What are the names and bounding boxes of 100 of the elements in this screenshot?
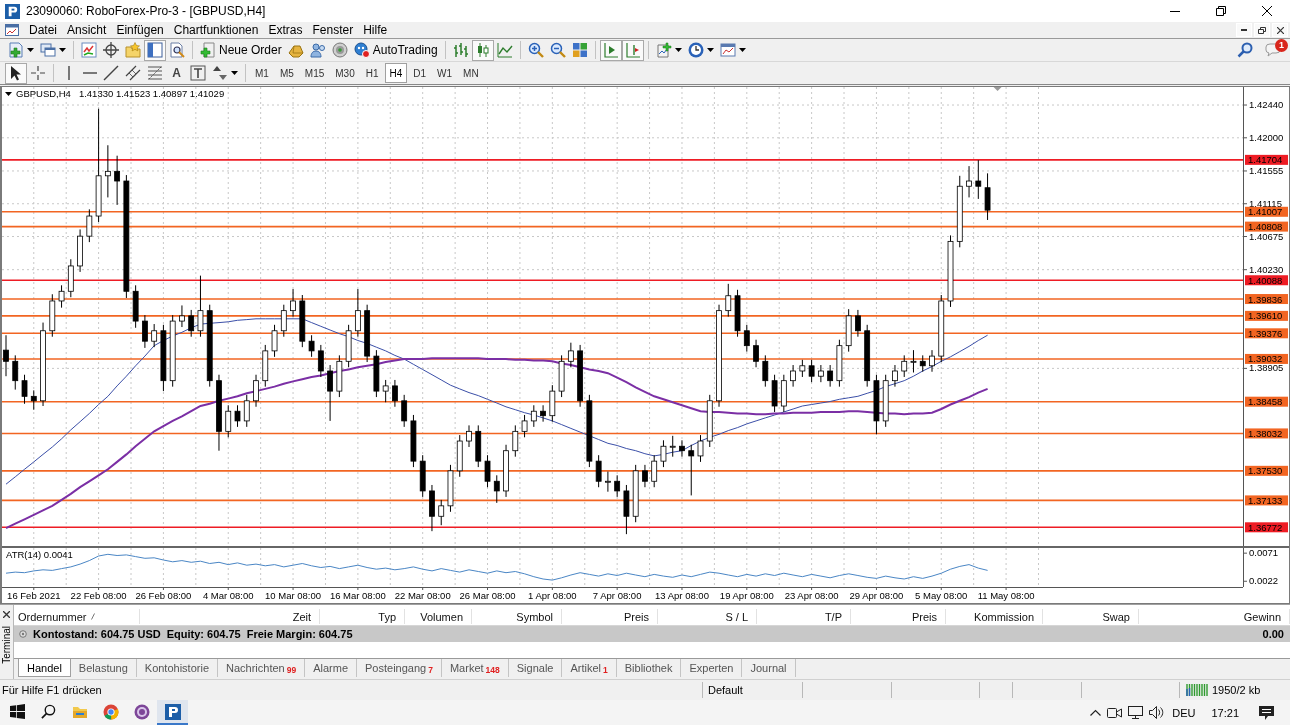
candlestick [86,208,93,243]
caret-icon [27,48,34,52]
candlestick [401,394,408,428]
terminal-button[interactable] [144,39,166,61]
plus-document-icon [200,42,216,58]
close-icon [1276,26,1284,34]
timeframe-tab[interactable]: M5 [274,63,299,83]
autoscroll-button[interactable] [599,39,622,61]
column-header[interactable]: Preis [851,609,946,624]
new-order-button[interactable]: Neue Order [197,39,285,61]
timeframe-tab[interactable]: M1 [250,63,274,83]
candlestick [614,474,621,498]
menu-item[interactable]: Datei [24,23,62,37]
monitor-icon[interactable] [1128,706,1144,719]
minimize-button[interactable] [1236,23,1252,37]
candlestick [484,454,491,488]
column-header[interactable]: T/P [757,609,851,624]
terminal-tab[interactable]: Handel [18,659,71,677]
timeframe-tab[interactable]: H4 [384,63,408,83]
time-axis-label: 1 Apr 08:00 [528,590,577,601]
autotrading-button[interactable]: AutoTrading [350,39,441,61]
candlestick [364,304,371,363]
clock-text[interactable]: 17:21 [1211,706,1239,719]
timeframe-tab[interactable]: H1 [360,63,384,83]
market-watch-button[interactable] [78,39,100,61]
candlestick [225,404,232,438]
column-header[interactable]: Symbol [472,609,562,624]
candlestick [3,334,9,377]
text-box-icon [190,65,206,81]
column-header[interactable]: Typ [320,609,405,624]
terminal-tab[interactable]: Kontohistorie [136,659,218,677]
column-header[interactable]: Zeit [140,609,320,624]
caret-icon[interactable] [5,91,12,96]
terminal-tab[interactable]: Experten [681,659,743,677]
close-button[interactable] [1272,23,1288,37]
candlestick [743,324,750,353]
candlestick [679,439,685,458]
column-header[interactable]: Ordernummer [14,609,140,624]
price-level-label: 1.39610 [1245,310,1288,322]
search-icon [41,704,56,719]
timeframe-tab[interactable]: M15 [299,63,330,83]
candlestick [919,354,926,373]
candlestick [12,354,19,391]
candlestick [892,364,898,388]
timeframe-tab[interactable]: M30 [330,63,360,83]
sort-icon [91,613,96,620]
trading-app-button[interactable] [157,700,188,725]
candlestick [864,324,871,388]
menu-item[interactable]: Chartfunktionen [168,23,264,37]
menu-item[interactable]: Extras [263,23,308,37]
chart-symbol-title: GBPUSD,H4 [16,88,71,99]
cursor-button[interactable] [5,62,27,84]
time-axis-label: 10 Mar 08:00 [265,590,322,601]
terminal-tab[interactable]: Bibliothek [616,659,682,677]
ohlc-values-text: 1.41330 1.41523 1.40897 1.41029 [78,88,225,99]
chevron-up-icon[interactable] [1090,709,1102,716]
panel-icon [147,42,163,58]
vertical-line-icon [67,66,70,80]
price-level-label: 1.39836 [1245,293,1288,305]
menu-item[interactable]: Ansicht [62,23,112,37]
text-label-button[interactable] [187,62,209,84]
time-axis-label: 4 Mar 08:00 [202,590,254,601]
candlestick [512,424,519,458]
chart-shift-button[interactable] [621,39,644,61]
menu-item[interactable]: Einfügen [111,23,169,37]
column-header[interactable]: Volumen [405,609,472,624]
speaker-icon[interactable] [1149,706,1165,719]
column-header[interactable]: Kommission [946,609,1043,624]
column-header[interactable]: Gewinn [1139,609,1290,624]
status-text: Für Hilfe F1 drücken [1,683,103,698]
candlestick [345,324,352,368]
notification-icon[interactable] [1259,705,1274,720]
candlestick [632,464,639,523]
candlestick-button[interactable] [471,39,494,61]
text-tool-button[interactable]: A [166,62,187,84]
timeframe-tab[interactable]: D1 [408,63,432,83]
restore-button[interactable] [1254,23,1270,37]
close-icon[interactable] [3,611,10,618]
candlestick [253,374,259,408]
disc-icon [331,42,348,58]
terminal-tab[interactable]: Journal [742,659,796,677]
caret-icon [59,48,66,52]
column-header[interactable]: Swap [1043,609,1139,624]
fibonacci-icon [147,65,163,81]
timeframe-tab[interactable]: W1 [432,63,458,83]
video-camera-icon[interactable] [1107,707,1123,718]
language-indicator[interactable]: DEU [1172,706,1196,719]
crosshair-icon [30,65,46,81]
caret-icon [738,48,746,52]
menu-item[interactable]: Hilfe [358,23,393,37]
data-window-button[interactable] [100,39,122,61]
timeframe-tab[interactable]: MN [458,63,484,83]
terminal-tab[interactable]: Belastung [70,659,137,677]
restore-icon [1216,6,1226,16]
menu-item[interactable]: Fenster [307,23,359,37]
column-header[interactable]: S / L [658,609,757,624]
column-header[interactable]: Preis [562,609,658,624]
terminal-tab[interactable]: Signale [508,659,563,677]
terminal-tab[interactable]: Alarme [305,659,358,677]
ref-line-label: 1.40088 [1248,274,1283,286]
